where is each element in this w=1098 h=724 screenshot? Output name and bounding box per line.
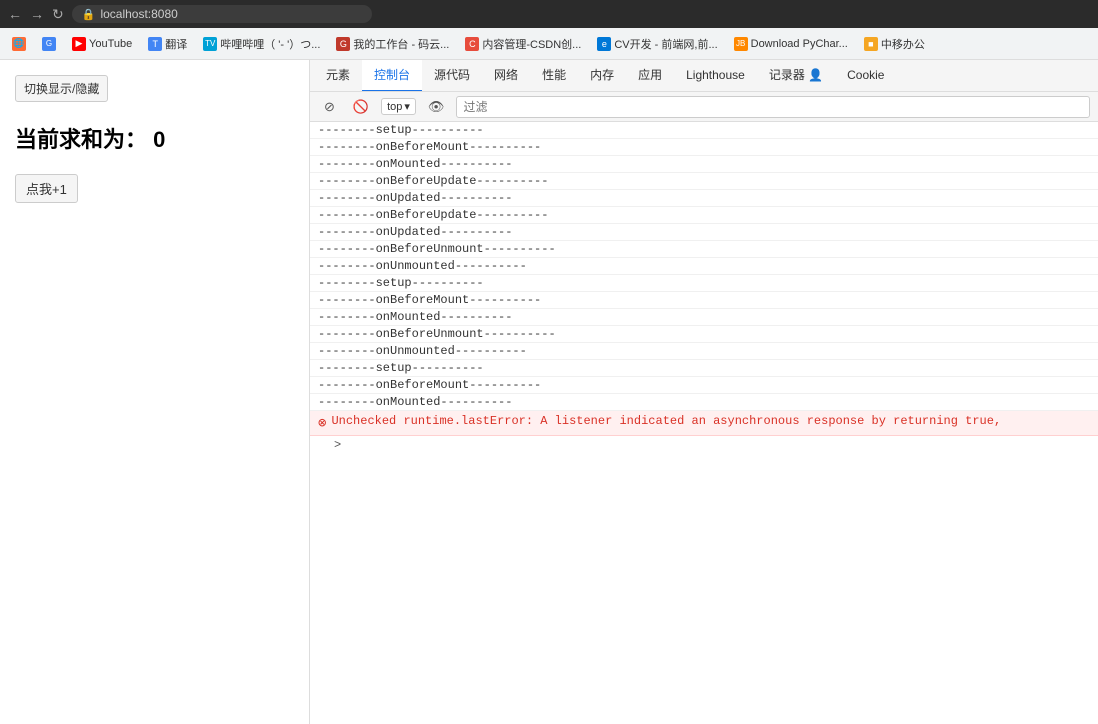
- bookmark-label: CV开发 - 前端网,前...: [614, 36, 717, 52]
- console-line: --------onBeforeUnmount----------: [310, 326, 1098, 343]
- console-output: --------setup---------- --------onBefore…: [310, 122, 1098, 724]
- cmcc-icon: ■: [864, 37, 878, 51]
- console-line: --------onBeforeMount----------: [310, 292, 1098, 309]
- lock-icon: 🔒: [82, 8, 96, 21]
- bookmark-translate[interactable]: T 翻译: [142, 34, 193, 54]
- youtube-icon: ▶: [72, 37, 86, 51]
- console-line: --------onMounted----------: [310, 156, 1098, 173]
- bookmark-cv[interactable]: e CV开发 - 前端网,前...: [591, 34, 723, 54]
- bookmark-label: 内容管理-CSDN创...: [482, 36, 581, 52]
- tab-memory[interactable]: 内存: [578, 60, 626, 92]
- bookmark-label: 哔哩哔哩（ '- '）つ...: [220, 36, 320, 52]
- dropdown-arrow-icon: ▾: [404, 100, 410, 113]
- bookmark-gitee[interactable]: G 我的工作台 - 码云...: [330, 34, 455, 54]
- tab-application[interactable]: 应用: [626, 60, 674, 92]
- clear-icon: ⊘: [324, 99, 335, 115]
- console-line: --------onBeforeUpdate----------: [310, 173, 1098, 190]
- console-line: --------onUpdated----------: [310, 190, 1098, 207]
- console-toolbar: ⊘ 🚫 top ▾ 👁: [310, 92, 1098, 122]
- console-line: --------onBeforeUpdate----------: [310, 207, 1098, 224]
- tab-recorder[interactable]: 记录器 👤: [757, 60, 835, 92]
- click-button[interactable]: 点我+1: [15, 174, 78, 203]
- tab-lighthouse[interactable]: Lighthouse: [674, 60, 757, 92]
- bookmarks-bar: 🌐 G ▶ YouTube T 翻译 TV 哔哩哔哩（ '- '）つ... G …: [0, 28, 1098, 60]
- eye-icon: 👁: [428, 99, 445, 115]
- cv-icon: e: [597, 37, 611, 51]
- main-layout: 切换显示/隐藏 当前求和为： 0 点我+1 元素 控制台 源代码 网络 性能 内…: [0, 60, 1098, 724]
- expand-arrow[interactable]: >: [310, 436, 1098, 454]
- bookmark-pycharm[interactable]: JB Download PyChar...: [728, 35, 854, 53]
- bookmark-label: 翻译: [165, 36, 187, 52]
- console-line: --------onUnmounted----------: [310, 258, 1098, 275]
- console-line: --------onBeforeMount----------: [310, 139, 1098, 156]
- reload-button[interactable]: ↻: [52, 6, 64, 23]
- bookmark-youtube[interactable]: ▶ YouTube: [66, 35, 138, 53]
- console-error-line: ⊗ Unchecked runtime.lastError: A listene…: [310, 411, 1098, 436]
- address-bar[interactable]: 🔒 localhost:8080: [72, 5, 372, 23]
- devtools-panel: 元素 控制台 源代码 网络 性能 内存 应用 Lighthouse 记录器 👤 …: [310, 60, 1098, 724]
- bookmark-item[interactable]: G: [36, 35, 62, 53]
- browser-chrome: ← → ↻ 🔒 localhost:8080: [0, 0, 1098, 28]
- bookmark-label: 中移办公: [881, 36, 925, 52]
- console-line: --------setup----------: [310, 122, 1098, 139]
- console-line: --------setup----------: [310, 275, 1098, 292]
- error-icon: ⊗: [318, 415, 326, 432]
- bookmark-item[interactable]: 🌐: [6, 35, 32, 53]
- block-icon: 🚫: [353, 99, 369, 115]
- console-line: --------onUnmounted----------: [310, 343, 1098, 360]
- context-select[interactable]: top ▾: [381, 98, 416, 115]
- toggle-button[interactable]: 切换显示/隐藏: [15, 75, 108, 102]
- tab-console[interactable]: 控制台: [362, 60, 422, 92]
- tab-elements[interactable]: 元素: [314, 60, 362, 92]
- translate-icon: T: [148, 37, 162, 51]
- bookmark-label: Download PyChar...: [751, 38, 848, 50]
- context-label: top: [387, 101, 402, 113]
- console-line: --------onMounted----------: [310, 309, 1098, 326]
- bookmark-bilibili[interactable]: TV 哔哩哔哩（ '- '）つ...: [197, 34, 326, 54]
- tab-performance[interactable]: 性能: [530, 60, 578, 92]
- pycharm-icon: JB: [734, 37, 748, 51]
- bookmark-csdn[interactable]: C 内容管理-CSDN创...: [459, 34, 587, 54]
- back-button[interactable]: ←: [8, 6, 22, 22]
- bookmark-label: 我的工作台 - 码云...: [353, 36, 449, 52]
- tab-network[interactable]: 网络: [482, 60, 530, 92]
- filter-input[interactable]: [456, 96, 1090, 118]
- console-line: --------setup----------: [310, 360, 1098, 377]
- console-line: --------onMounted----------: [310, 394, 1098, 411]
- bookmark-label: YouTube: [89, 38, 132, 50]
- error-message: Unchecked runtime.lastError: A listener …: [331, 414, 1001, 428]
- csdn-icon: C: [465, 37, 479, 51]
- webpage-panel: 切换显示/隐藏 当前求和为： 0 点我+1: [0, 60, 310, 724]
- page-title: 当前求和为： 0: [15, 122, 294, 154]
- bookmark-icon: 🌐: [12, 37, 26, 51]
- tab-sources[interactable]: 源代码: [422, 60, 482, 92]
- forward-button[interactable]: →: [30, 6, 44, 22]
- block-button[interactable]: 🚫: [347, 96, 375, 118]
- address-text: localhost:8080: [100, 7, 177, 21]
- console-line: --------onBeforeMount----------: [310, 377, 1098, 394]
- gitee-icon: G: [336, 37, 350, 51]
- tab-cookie[interactable]: Cookie: [835, 60, 896, 92]
- console-line: --------onBeforeUnmount----------: [310, 241, 1098, 258]
- devtools-tabs: 元素 控制台 源代码 网络 性能 内存 应用 Lighthouse 记录器 👤 …: [310, 60, 1098, 92]
- bilibili-icon: TV: [203, 37, 217, 51]
- bookmark-icon: G: [42, 37, 56, 51]
- clear-console-button[interactable]: ⊘: [318, 96, 341, 118]
- bookmark-cmcc[interactable]: ■ 中移办公: [858, 34, 931, 54]
- console-line: --------onUpdated----------: [310, 224, 1098, 241]
- eye-button[interactable]: 👁: [422, 96, 451, 118]
